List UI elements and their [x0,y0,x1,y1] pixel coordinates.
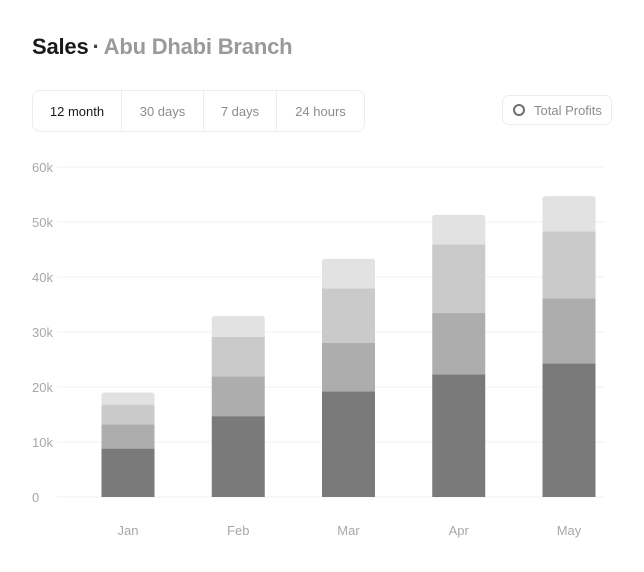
x-tick-jan: Jan [118,523,139,538]
bar-may-segment-1 [542,363,596,497]
x-tick-apr: Apr [449,523,470,538]
bar-jan-segment-2 [101,424,155,449]
bar-feb-segment-3 [211,336,265,377]
bar-jan-segment-1 [101,448,155,497]
x-tick-feb: Feb [227,523,249,538]
bar-mar-segment-2 [322,343,375,392]
bar-mar-segment-3 [322,288,375,343]
bar-apr-segment-1 [432,374,486,497]
bar-feb-segment-4 [211,316,265,337]
y-tick-20k: 20k [32,380,53,395]
bar-apr-segment-2 [432,312,486,375]
bar-may-segment-4 [542,196,596,232]
bar-may-segment-2 [542,298,596,364]
y-tick-30k: 30k [32,325,53,340]
bar-jan-segment-3 [101,404,155,425]
y-tick-10k: 10k [32,435,53,450]
bar-feb-segment-2 [211,376,265,417]
stacked-bar-chart: 0 10k 20k 30k 40k 50k 60k Jan Feb Mar Apr May [32,160,604,538]
bar-apr-segment-4 [432,214,486,245]
y-tick-60k: 60k [32,160,53,175]
bar-mar-segment-1 [322,391,375,497]
x-tick-mar: Mar [337,523,360,538]
bar-feb-segment-1 [211,416,265,497]
y-tick-50k: 50k [32,215,53,230]
bar-may-segment-3 [542,231,596,299]
y-tick-40k: 40k [32,270,53,285]
y-tick-0: 0 [32,490,39,505]
bar-mar-segment-4 [322,258,375,289]
bar-apr-segment-3 [432,244,486,313]
x-tick-may: May [557,523,582,538]
bar-jan-segment-4 [101,392,155,405]
